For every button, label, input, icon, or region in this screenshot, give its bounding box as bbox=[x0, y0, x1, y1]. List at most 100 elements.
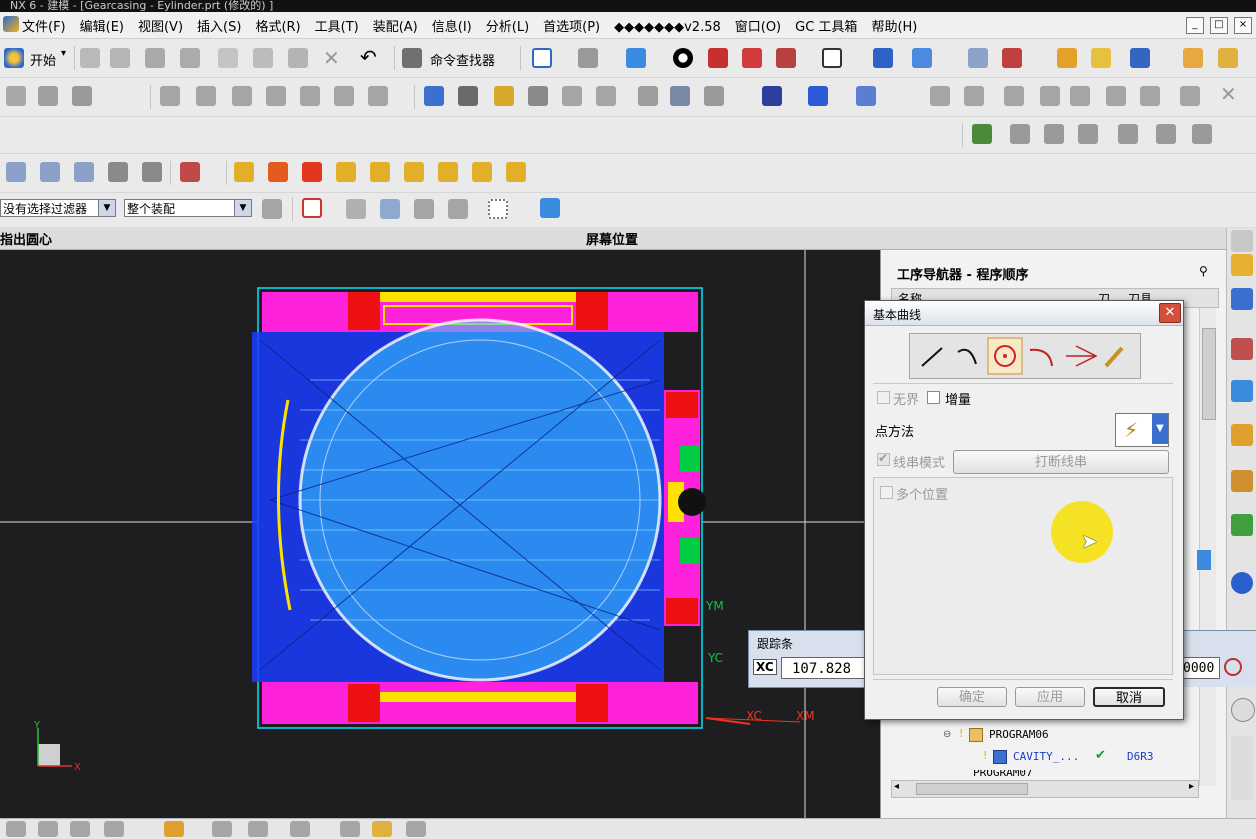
fit-view-icon[interactable] bbox=[532, 48, 552, 68]
surface-2-icon[interactable] bbox=[964, 86, 984, 106]
menu-item[interactable]: 信息(I) bbox=[432, 16, 472, 35]
menu-item[interactable]: 格式(R) bbox=[255, 16, 300, 35]
view-triad-icon[interactable] bbox=[380, 199, 400, 219]
menu-item[interactable]: 视图(V) bbox=[138, 16, 183, 35]
surface-7-icon[interactable] bbox=[1140, 86, 1160, 106]
scroll-left-icon[interactable]: ◂ bbox=[894, 781, 899, 792]
wcs-up-icon[interactable] bbox=[268, 162, 288, 182]
layer-icon[interactable] bbox=[968, 48, 988, 68]
analysis-icon[interactable] bbox=[1091, 48, 1111, 68]
string-mode-checkbox[interactable]: ✔ bbox=[877, 451, 890, 466]
minimize-button[interactable]: _ bbox=[1185, 17, 1204, 34]
feature-7-icon[interactable] bbox=[368, 86, 388, 106]
list-item[interactable]: ⊖ ! PROGRAM06 bbox=[891, 726, 1197, 746]
sync-2-icon[interactable] bbox=[1044, 124, 1064, 144]
command-finder-button[interactable]: 命令查找器 bbox=[430, 50, 495, 69]
cut-icon[interactable] bbox=[218, 48, 238, 68]
wcs-rotate-icon[interactable] bbox=[370, 162, 390, 182]
menu-item[interactable]: 插入(S) bbox=[197, 16, 241, 35]
trim-type-button[interactable] bbox=[1062, 338, 1098, 374]
scrollbar-thumb[interactable] bbox=[1202, 328, 1216, 420]
render-style-icon[interactable] bbox=[673, 48, 693, 68]
diameter-icon[interactable] bbox=[1224, 658, 1242, 676]
constraint-icon[interactable] bbox=[72, 86, 92, 106]
edge-display-icon[interactable] bbox=[776, 48, 796, 68]
multi-position-checkbox[interactable] bbox=[880, 486, 893, 499]
dialog-title-bar[interactable]: 基本曲线 ✕ bbox=[865, 301, 1183, 326]
graphics-canvas[interactable]: YM YC XC XM Y X bbox=[0, 250, 880, 818]
layer-visible-icon[interactable] bbox=[40, 162, 60, 182]
curve-icon[interactable] bbox=[458, 86, 478, 106]
layer-category-icon[interactable] bbox=[74, 162, 94, 182]
snap-icon[interactable] bbox=[856, 86, 876, 106]
object-display-icon[interactable] bbox=[180, 162, 200, 182]
list-item[interactable]: ! CAVITY_... ✔ D6R3 bbox=[891, 748, 1197, 768]
selection-scope-icon[interactable] bbox=[262, 199, 282, 219]
menu-item[interactable]: ◆◆◆◆◆◆◆v2.58 bbox=[614, 20, 721, 35]
bottom-tool-10-icon[interactable] bbox=[372, 821, 392, 837]
chamfer-icon[interactable] bbox=[670, 86, 690, 106]
bottom-tool-5-icon[interactable] bbox=[164, 821, 184, 837]
sync-6-icon[interactable] bbox=[1192, 124, 1212, 144]
open-file-icon[interactable] bbox=[110, 48, 130, 68]
info-icon[interactable] bbox=[1231, 572, 1253, 594]
start-menu-button[interactable]: 开始 bbox=[30, 50, 56, 69]
feature-5-icon[interactable] bbox=[300, 86, 320, 106]
paste-icon[interactable] bbox=[288, 48, 308, 68]
wcs-save-icon[interactable] bbox=[472, 162, 492, 182]
increment-checkbox[interactable] bbox=[927, 391, 940, 404]
chevron-down-icon[interactable]: ▼ bbox=[1152, 414, 1168, 444]
close-icon[interactable]: ✕ bbox=[1159, 303, 1181, 323]
tracking-bar[interactable]: 跟踪条 XC 107.828 bbox=[748, 630, 868, 688]
menu-item[interactable]: 窗口(O) bbox=[735, 16, 781, 35]
close-window-button[interactable]: × bbox=[1234, 17, 1252, 34]
pencil-icon[interactable] bbox=[1218, 48, 1238, 68]
bottom-tool-9-icon[interactable] bbox=[340, 821, 360, 837]
line-type-button[interactable] bbox=[914, 338, 948, 374]
wcs-origin-icon[interactable] bbox=[336, 162, 356, 182]
scroll-right-icon[interactable]: ▸ bbox=[1189, 781, 1194, 792]
save-icon[interactable] bbox=[145, 48, 165, 68]
bottom-tool-7-icon[interactable] bbox=[248, 821, 268, 837]
break-string-button[interactable]: 打断线串 bbox=[953, 450, 1169, 474]
command-finder-icon[interactable] bbox=[402, 48, 422, 68]
display-solid-icon[interactable] bbox=[742, 48, 762, 68]
wcs-down-icon[interactable] bbox=[302, 162, 322, 182]
reuse-library-icon[interactable] bbox=[1231, 424, 1253, 446]
section-view-icon[interactable] bbox=[708, 48, 728, 68]
history-palette-icon[interactable] bbox=[1231, 514, 1253, 536]
bottom-tool-3-icon[interactable] bbox=[70, 821, 90, 837]
wcs-set-icon[interactable] bbox=[438, 162, 458, 182]
scrollbar-thumb[interactable] bbox=[916, 783, 1028, 795]
collapse-icon[interactable]: ⊖ bbox=[943, 729, 951, 740]
assembly-navigator-icon[interactable] bbox=[1231, 254, 1253, 276]
extrude-icon[interactable] bbox=[494, 86, 514, 106]
feature-6-icon[interactable] bbox=[334, 86, 354, 106]
snap-arc-icon[interactable] bbox=[414, 199, 434, 219]
snap-point-icon[interactable] bbox=[302, 198, 322, 218]
bottom-tool-2-icon[interactable] bbox=[38, 821, 58, 837]
feature-3-icon[interactable] bbox=[232, 86, 252, 106]
feature-2-icon[interactable] bbox=[196, 86, 216, 106]
surface-6-icon[interactable] bbox=[1106, 86, 1126, 106]
scope-select[interactable]: 整个装配 ▼ bbox=[124, 199, 252, 217]
mold-cavity-model[interactable] bbox=[252, 287, 706, 729]
component-icon[interactable] bbox=[38, 86, 58, 106]
cancel-button[interactable]: 取消 bbox=[1093, 687, 1165, 707]
select-arrow-icon[interactable] bbox=[762, 86, 782, 106]
copy-to-layer-icon[interactable] bbox=[142, 162, 162, 182]
infinite-checkbox[interactable] bbox=[877, 391, 890, 404]
revolve-icon[interactable] bbox=[528, 86, 548, 106]
surface-1-icon[interactable] bbox=[930, 86, 950, 106]
surface-8-icon[interactable] bbox=[1180, 86, 1200, 106]
surface-4-icon[interactable] bbox=[1040, 86, 1060, 106]
view-orient-icon[interactable] bbox=[626, 48, 646, 68]
pin-icon[interactable]: ⚲ bbox=[1199, 264, 1208, 278]
snap-end-icon[interactable] bbox=[448, 199, 468, 219]
new-file-icon[interactable] bbox=[80, 48, 100, 68]
menu-item[interactable]: 分析(L) bbox=[486, 16, 529, 35]
sync-4-icon[interactable] bbox=[1118, 124, 1138, 144]
surface-5-icon[interactable] bbox=[1070, 86, 1090, 106]
select-filter-icon[interactable] bbox=[808, 86, 828, 106]
wcs-orient-icon[interactable] bbox=[404, 162, 424, 182]
